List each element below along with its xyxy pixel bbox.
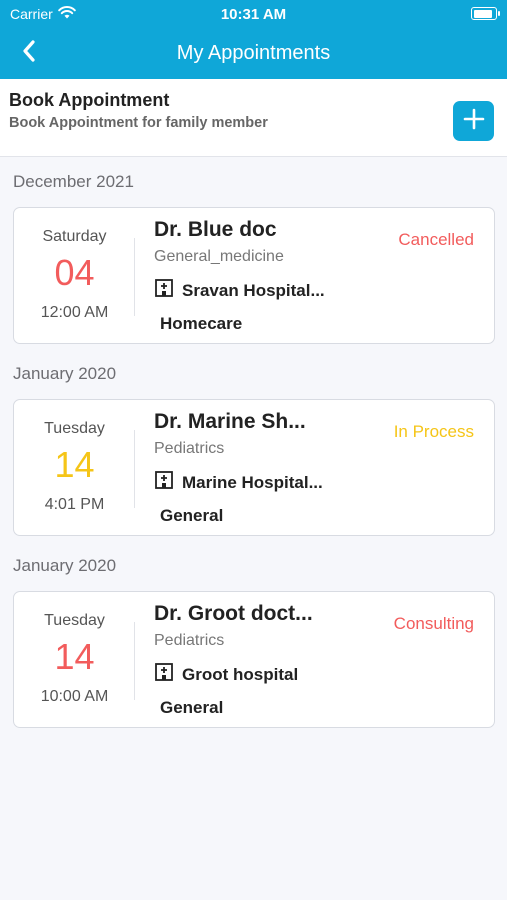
plus-icon [463, 108, 485, 135]
battery-icon [471, 7, 500, 20]
appointment-status: Consulting [393, 614, 474, 633]
status-time: 10:31 AM [220, 6, 287, 23]
doctor-specialty: Pediatrics [154, 440, 225, 457]
group-header: January 2020 [13, 556, 117, 575]
appointment-day: Tuesday [44, 612, 105, 629]
doctor-name: Dr. Blue doc [154, 218, 277, 241]
book-appointment-title: Book Appointment [9, 90, 170, 110]
hospital-row: Marine Hospital... [154, 470, 323, 495]
appointment-time: 12:00 AM [40, 304, 109, 321]
appointment-type: Homecare [160, 314, 243, 333]
date-column: Tuesday 14 4:01 PM [14, 400, 135, 535]
appointment-type: General [160, 698, 224, 717]
doctor-specialty: General_medicine [154, 248, 284, 265]
appointment-time: 4:01 PM [44, 496, 105, 513]
appointment-date: 14 [54, 444, 95, 485]
doctor-specialty: Pediatrics [154, 632, 225, 649]
hospital-icon [154, 662, 174, 687]
hospital-name: Sravan Hospital... [182, 280, 325, 300]
hospital-row: Groot hospital [154, 662, 298, 687]
appointment-time: 10:00 AM [40, 688, 109, 705]
hospital-icon [154, 278, 174, 303]
hospital-name: Groot hospital [182, 664, 299, 684]
date-column: Saturday 04 12:00 AM [14, 208, 135, 343]
appointment-status: Cancelled [398, 230, 474, 249]
appointment-day: Tuesday [44, 420, 105, 437]
appointment-day: Saturday [42, 228, 107, 245]
group-header: December 2021 [13, 172, 134, 191]
appointment-card[interactable]: Tuesday 14 10:00 AM Dr. Groot doct... Pe… [13, 591, 495, 728]
appointment-card[interactable]: Tuesday 14 4:01 PM Dr. Marine Sh... Pedi… [13, 399, 495, 536]
appointment-date: 14 [54, 636, 95, 677]
hospital-icon [154, 470, 174, 495]
card-divider [134, 430, 135, 508]
book-appointment-section[interactable]: Book Appointment Book Appointment for fa… [0, 79, 507, 157]
add-appointment-button[interactable] [453, 101, 494, 141]
date-column: Tuesday 14 10:00 AM [14, 592, 135, 727]
doctor-name: Dr. Marine Sh... [154, 410, 306, 433]
doctor-name: Dr. Groot doct... [154, 602, 313, 625]
battery-level-fill [473, 9, 492, 18]
book-appointment-subtitle: Book Appointment for family member [9, 115, 268, 131]
app-header: Carrier 10:31 AM My Appointments [0, 0, 507, 79]
appointment-type: General [160, 506, 224, 525]
card-divider [134, 622, 135, 700]
group-header: January 2020 [13, 364, 117, 383]
appointment-card[interactable]: Saturday 04 12:00 AM Dr. Blue doc Genera… [13, 207, 495, 344]
appointment-date: 04 [54, 252, 95, 293]
hospital-name: Marine Hospital... [182, 472, 323, 492]
page-title: My Appointments [176, 42, 331, 64]
appointment-status: In Process [393, 422, 474, 441]
card-divider [134, 238, 135, 316]
navigation-bar: My Appointments [0, 28, 507, 79]
status-bar: Carrier 10:31 AM [0, 0, 507, 28]
hospital-row: Sravan Hospital... [154, 278, 325, 303]
